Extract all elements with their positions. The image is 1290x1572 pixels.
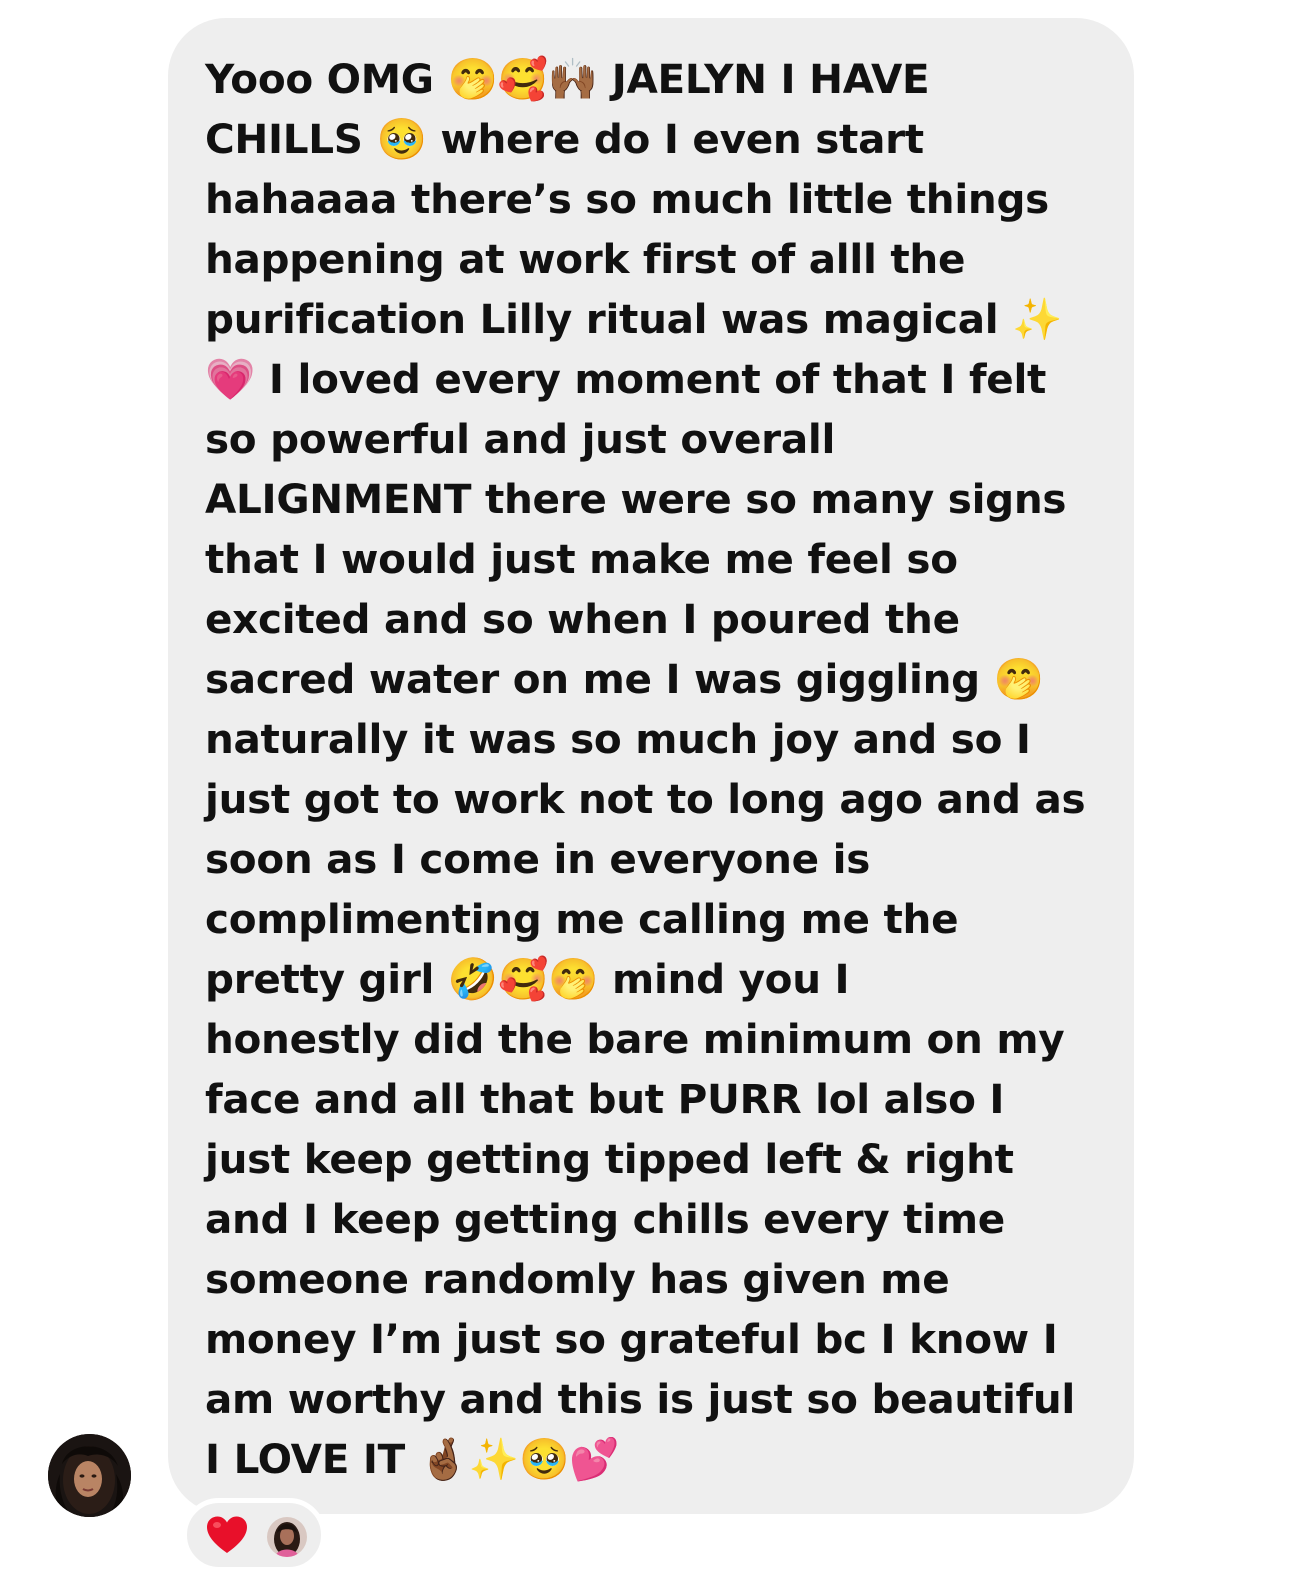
message-line: I LOVE IT 🤞🏾✨🥹💕 <box>205 1435 620 1483</box>
message-line: someone randomly has given me <box>205 1255 950 1303</box>
message-line: 💗 I loved every moment of that I felt <box>205 355 1047 403</box>
message-line: face and all that but PURR lol also I <box>205 1075 1005 1123</box>
message-line: that I would just make me feel so <box>205 535 958 583</box>
message-line: am worthy and this is just so beautiful <box>205 1375 1075 1423</box>
reactor-profile-photo-icon <box>267 1517 307 1557</box>
red-heart-icon <box>205 1514 249 1558</box>
message-line: so powerful and just overall <box>205 415 836 463</box>
message-line: honestly did the bare minimum on my <box>205 1015 1065 1063</box>
reaction-pill[interactable] <box>182 1498 326 1572</box>
message-line: happening at work first of alll the <box>205 235 966 283</box>
message-line: naturally it was so much joy and so I <box>205 715 1031 763</box>
message-bubble[interactable]: Yooo OMG 🤭🥰🙌🏾 JAELYN I HAVE CHILLS 🥹 whe… <box>168 18 1134 1514</box>
message-line: hahaaaa there’s so much little things <box>205 175 1049 223</box>
message-line: sacred water on me I was giggling 🤭 <box>205 655 1044 703</box>
reactor-avatar[interactable] <box>267 1517 307 1557</box>
sender-avatar[interactable] <box>48 1434 131 1517</box>
message-line: Yooo OMG 🤭🥰🙌🏾 JAELYN I HAVE <box>205 55 930 103</box>
profile-photo-icon <box>48 1434 131 1517</box>
message-line: ALIGNMENT there were so many signs <box>205 475 1067 523</box>
message-line: CHILLS 🥹 where do I even start <box>205 115 924 163</box>
message-line: just keep getting tipped left & right <box>205 1135 1014 1183</box>
message-line: purification Lilly ritual was magical ✨ <box>205 295 1063 343</box>
message-line: and I keep getting chills every time <box>205 1195 1005 1243</box>
message-line: soon as I come in everyone is <box>205 835 871 883</box>
message-line: excited and so when I poured the <box>205 595 960 643</box>
message-line: just got to work not to long ago and as <box>205 775 1086 823</box>
message-line: money I’m just so grateful bc I know I <box>205 1315 1058 1363</box>
message-line: complimenting me calling me the <box>205 895 959 943</box>
message-line: pretty girl 🤣🥰🤭 mind you I <box>205 955 850 1003</box>
